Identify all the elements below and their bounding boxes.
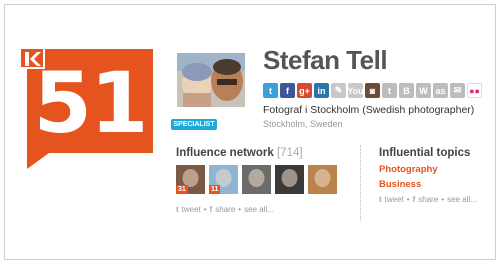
social-networks-row: t f g+ in ✎ You ◙ t B Was ✉ ●●	[263, 83, 482, 99]
score-tail	[27, 153, 49, 169]
member-score-badge: 11	[209, 185, 221, 194]
share-link[interactable]: share	[418, 195, 438, 204]
network-member-avatar[interactable]	[242, 165, 271, 194]
influence-network-thumbs: 31 11	[176, 165, 337, 194]
blog-icon[interactable]: ✎	[331, 83, 346, 98]
klout-logo-icon	[19, 47, 45, 69]
separator: •	[406, 195, 410, 204]
member-score-badge: 31	[176, 185, 188, 194]
influential-topics-title: Influential topics	[379, 147, 471, 159]
network-member-avatar[interactable]: 11	[209, 165, 238, 194]
score-badge: 51	[27, 49, 153, 169]
twitter-icon[interactable]: t	[263, 83, 278, 98]
instagram-icon[interactable]: ◙	[365, 83, 380, 98]
tumblr-icon[interactable]: t	[382, 83, 397, 98]
influence-network-count: [714]	[276, 147, 303, 159]
network-member-avatar[interactable]: 31	[176, 165, 205, 194]
separator: •	[238, 205, 242, 214]
influence-network-title[interactable]: Influence network [714]	[176, 147, 303, 159]
klout-score: 51	[33, 54, 149, 152]
wordpress-icon[interactable]: W	[416, 83, 431, 98]
topics-share-row: t tweet • f share • see all...	[379, 195, 477, 204]
separator: •	[203, 205, 207, 214]
facebook-small-icon: f	[412, 195, 416, 204]
section-divider	[360, 145, 361, 221]
specialist-badge: SPECIALIST	[171, 119, 217, 130]
see-all-link[interactable]: see all...	[244, 205, 274, 214]
google-plus-icon[interactable]: g+	[297, 83, 312, 98]
network-member-avatar[interactable]	[308, 165, 337, 194]
share-link[interactable]: share	[215, 205, 235, 214]
twitter-small-icon: t	[379, 195, 382, 204]
tweet-link[interactable]: tweet	[385, 195, 404, 204]
separator: •	[441, 195, 445, 204]
influence-network-label: Influence network	[176, 147, 274, 159]
avatar[interactable]	[177, 53, 245, 107]
facebook-icon[interactable]: f	[280, 83, 295, 98]
flickr-icon[interactable]: ●●	[467, 83, 482, 98]
linkedin-icon[interactable]: in	[314, 83, 329, 98]
facebook-small-icon: f	[209, 205, 213, 214]
blogger-icon[interactable]: B	[399, 83, 414, 98]
profile-name[interactable]: Stefan Tell	[263, 45, 388, 76]
see-all-link[interactable]: see all...	[447, 195, 477, 204]
profile-location: Stockholm, Sweden	[263, 119, 343, 129]
youtube-icon[interactable]: You	[347, 83, 364, 98]
network-share-row: t tweet • f share • see all...	[176, 205, 274, 214]
klout-profile-card: 51 SPECIALIST Stefan Tell t f g+ in ✎ You ◙ t B W…	[4, 4, 496, 260]
last-fm-icon[interactable]: as	[433, 83, 448, 98]
foursquare-icon[interactable]: ✉	[450, 83, 465, 98]
twitter-small-icon: t	[176, 205, 179, 214]
profile-bio: Fotograf i Stockholm (Swedish photograph…	[263, 104, 475, 116]
tweet-link[interactable]: tweet	[182, 205, 201, 214]
network-member-avatar[interactable]	[275, 165, 304, 194]
topic-business[interactable]: Business	[379, 179, 421, 190]
topic-photography[interactable]: Photography	[379, 164, 438, 175]
